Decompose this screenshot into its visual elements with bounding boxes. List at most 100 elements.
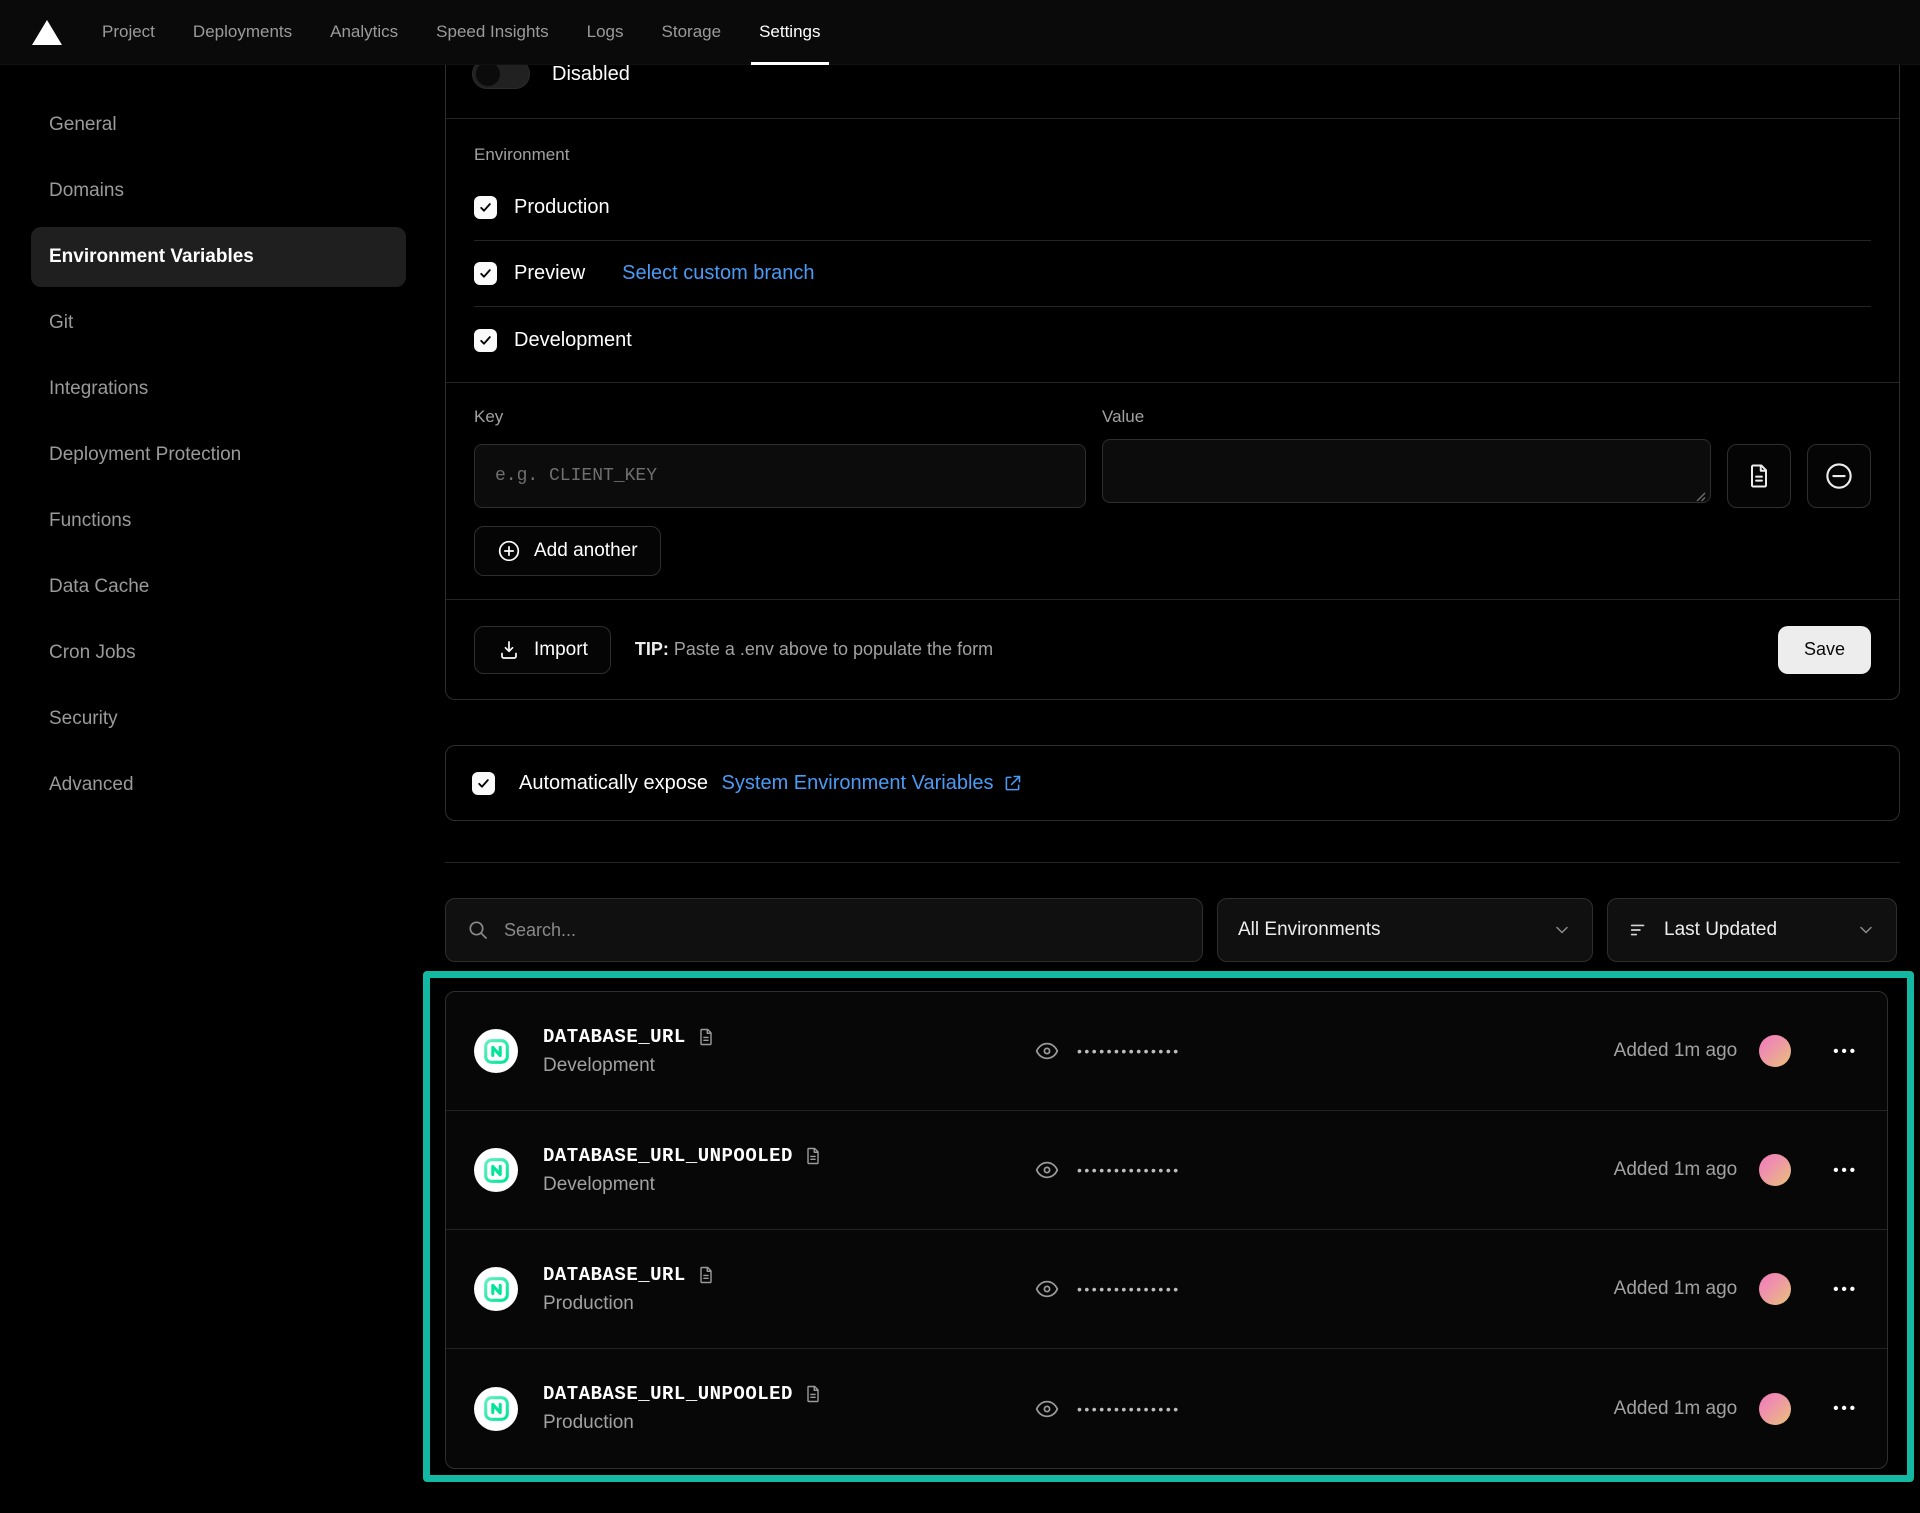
var-environment: Development — [543, 1174, 823, 1196]
chevron-down-icon — [1552, 920, 1572, 940]
select-custom-branch-link[interactable]: Select custom branch — [622, 262, 814, 285]
added-time: Added 1m ago — [1614, 1040, 1738, 1062]
chevron-down-icon — [1856, 920, 1876, 940]
sidebar-item-advanced[interactable]: Advanced — [31, 755, 406, 815]
environment-filter-label: All Environments — [1238, 919, 1538, 941]
top-nav: Project Deployments Analytics Speed Insi… — [0, 0, 1920, 65]
paste-env-file-button[interactable] — [1727, 444, 1791, 508]
sidebar-item-environment-variables[interactable]: Environment Variables — [31, 227, 406, 287]
disabled-toggle-label: Disabled — [552, 65, 630, 86]
var-environment: Production — [543, 1293, 716, 1315]
key-label: Key — [474, 407, 1086, 427]
row-menu-button[interactable]: ••• — [1833, 1281, 1858, 1298]
sort-icon — [1628, 919, 1650, 941]
var-name: DATABASE_URL — [543, 1026, 686, 1048]
var-name: DATABASE_URL — [543, 1264, 686, 1286]
preview-checkbox[interactable] — [474, 262, 497, 285]
masked-value: •••••••••••••• — [1077, 1043, 1181, 1059]
sidebar-item-data-cache[interactable]: Data Cache — [31, 557, 406, 617]
sidebar-item-integrations[interactable]: Integrations — [31, 359, 406, 419]
row-menu-button[interactable]: ••• — [1833, 1043, 1858, 1060]
environment-filter-dropdown[interactable]: All Environments — [1217, 898, 1593, 962]
environment-row-production: Production — [474, 175, 1871, 241]
env-var-list: DATABASE_URL Development ••••• — [445, 991, 1888, 1469]
sidebar-item-security[interactable]: Security — [31, 689, 406, 749]
production-checkbox[interactable] — [474, 196, 497, 219]
sidebar-item-git[interactable]: Git — [31, 293, 406, 353]
neon-integration-icon — [474, 1148, 518, 1192]
user-avatar — [1759, 1154, 1791, 1186]
environment-row-development: Development — [474, 307, 1871, 373]
nav-tab-project[interactable]: Project — [102, 0, 155, 65]
var-name: DATABASE_URL_UNPOOLED — [543, 1145, 793, 1167]
remove-row-button[interactable] — [1807, 444, 1871, 508]
var-environment: Development — [543, 1055, 716, 1077]
user-avatar — [1759, 1035, 1791, 1067]
reveal-value-icon[interactable] — [1034, 1276, 1060, 1302]
value-input[interactable] — [1102, 439, 1711, 503]
search-box — [445, 898, 1203, 962]
nav-tab-storage[interactable]: Storage — [662, 0, 722, 65]
development-checkbox[interactable] — [474, 329, 497, 352]
nav-tab-settings[interactable]: Settings — [759, 0, 820, 65]
add-another-label: Add another — [534, 540, 638, 562]
note-icon — [803, 1384, 823, 1404]
development-label: Development — [514, 329, 632, 352]
added-time: Added 1m ago — [1614, 1398, 1738, 1420]
disabled-toggle-section: Disabled — [446, 65, 1899, 118]
key-value-section: Key Value — [446, 383, 1899, 599]
note-icon — [696, 1265, 716, 1285]
var-environment: Production — [543, 1412, 823, 1434]
env-var-row: DATABASE_URL Development ••••• — [446, 992, 1887, 1111]
system-env-card: Automatically expose System Environment … — [445, 745, 1900, 821]
key-input[interactable] — [474, 444, 1086, 508]
neon-integration-icon — [474, 1387, 518, 1431]
user-avatar — [1759, 1393, 1791, 1425]
nav-tab-speed-insights[interactable]: Speed Insights — [436, 0, 548, 65]
note-icon — [803, 1146, 823, 1166]
sidebar-item-domains[interactable]: Domains — [31, 161, 406, 221]
masked-value: •••••••••••••• — [1077, 1401, 1181, 1417]
sidebar-item-functions[interactable]: Functions — [31, 491, 406, 551]
env-var-row: DATABASE_URL_UNPOOLED Development — [446, 1111, 1887, 1230]
value-label: Value — [1102, 407, 1711, 427]
external-link-icon — [1002, 773, 1023, 794]
row-menu-button[interactable]: ••• — [1833, 1162, 1858, 1179]
row-menu-button[interactable]: ••• — [1833, 1400, 1858, 1417]
env-var-row: DATABASE_URL_UNPOOLED Production — [446, 1349, 1887, 1468]
added-time: Added 1m ago — [1614, 1159, 1738, 1181]
add-another-button[interactable]: Add another — [474, 526, 661, 576]
resize-handle-icon[interactable] — [1694, 490, 1706, 502]
sort-dropdown[interactable]: Last Updated — [1607, 898, 1897, 962]
var-name: DATABASE_URL_UNPOOLED — [543, 1383, 793, 1405]
search-input[interactable] — [504, 920, 1182, 941]
reveal-value-icon[interactable] — [1034, 1038, 1060, 1064]
production-label: Production — [514, 196, 610, 219]
nav-tab-logs[interactable]: Logs — [587, 0, 624, 65]
sidebar-item-deployment-protection[interactable]: Deployment Protection — [31, 425, 406, 485]
environment-row-preview: Preview Select custom branch — [474, 241, 1871, 307]
reveal-value-icon[interactable] — [1034, 1157, 1060, 1183]
vercel-logo-icon[interactable] — [30, 17, 64, 47]
neon-integration-icon — [474, 1029, 518, 1073]
user-avatar — [1759, 1273, 1791, 1305]
note-icon — [696, 1027, 716, 1047]
sidebar-item-general[interactable]: General — [31, 95, 406, 155]
auto-expose-checkbox[interactable] — [472, 772, 495, 795]
disabled-toggle[interactable] — [472, 65, 530, 89]
neon-integration-icon — [474, 1267, 518, 1311]
form-footer: Import TIP: Paste a .env above to popula… — [446, 599, 1899, 699]
environment-section: Environment Production Preview Select cu… — [446, 119, 1899, 382]
nav-tab-analytics[interactable]: Analytics — [330, 0, 398, 65]
annotation-highlight: DATABASE_URL Development ••••• — [423, 971, 1914, 1482]
save-button[interactable]: Save — [1778, 626, 1871, 674]
import-button[interactable]: Import — [474, 626, 611, 674]
settings-sidebar: General Domains Environment Variables Gi… — [0, 65, 445, 1482]
reveal-value-icon[interactable] — [1034, 1396, 1060, 1422]
sidebar-item-cron-jobs[interactable]: Cron Jobs — [31, 623, 406, 683]
added-time: Added 1m ago — [1614, 1278, 1738, 1300]
system-env-variables-link[interactable]: System Environment Variables — [722, 772, 1023, 795]
env-var-row: DATABASE_URL Production •••••• — [446, 1230, 1887, 1349]
tip-text: TIP: Paste a .env above to populate the … — [635, 639, 993, 660]
nav-tab-deployments[interactable]: Deployments — [193, 0, 292, 65]
